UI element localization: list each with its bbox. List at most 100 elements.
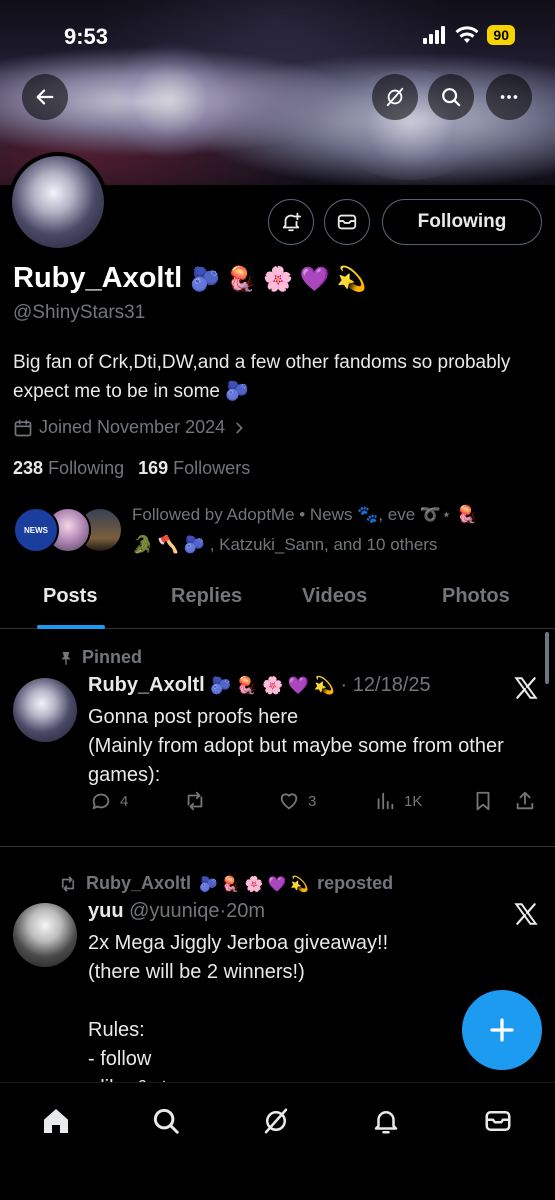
joined-date[interactable]: Joined November 2024: [13, 417, 247, 438]
grok-button[interactable]: [372, 74, 418, 120]
share-action[interactable]: [514, 790, 536, 812]
grok-icon: [264, 1108, 288, 1134]
grok-icon: [386, 87, 404, 107]
followers-stat[interactable]: 169 Followers: [138, 458, 250, 479]
like-action[interactable]: 3: [278, 790, 316, 812]
joined-text: Joined November 2024: [39, 417, 226, 437]
chevron-right-icon: [236, 422, 243, 433]
bookmark-icon: [476, 791, 490, 811]
pin-icon: [61, 651, 71, 665]
wifi-icon: [455, 26, 479, 43]
followed-by-avatars[interactable]: NEWS: [13, 507, 123, 553]
share-icon: [516, 791, 534, 810]
views-action[interactable]: 1K: [374, 790, 422, 812]
more-button[interactable]: [486, 74, 532, 120]
followed-by-line-2: 🐊 🪓 🫐 , Katzuki_Sann, and 10 others: [132, 535, 438, 554]
nav-messages[interactable]: [478, 1101, 518, 1141]
post-body: Gonna post proofs here (Mainly from adop…: [88, 706, 504, 786]
post-header: yuu @yuuniqe·20m: [88, 900, 265, 923]
nav-home[interactable]: [36, 1101, 76, 1141]
nav-search[interactable]: [146, 1101, 186, 1141]
battery-indicator: 90: [487, 25, 515, 45]
follow-stats: 238 Following 169 Followers: [13, 458, 250, 479]
display-name-text: Ruby_Axoltl: [13, 262, 183, 294]
followers-count: 169: [138, 458, 169, 478]
reposter-name[interactable]: Ruby_Axoltl: [86, 873, 191, 894]
pinned-label-row: Pinned: [58, 647, 142, 668]
bell-plus-icon: [282, 212, 302, 232]
search-icon: [442, 88, 461, 107]
following-label: Following: [48, 458, 125, 478]
news-badge: NEWS: [24, 525, 48, 535]
like-count: 3: [308, 792, 317, 810]
post-body: 2x Mega Jiggly Jerboa giveaway!! (there …: [88, 932, 389, 1082]
display-name-emojis: 🫐 🪼 🌸 💜 💫: [190, 266, 367, 293]
nav-grok[interactable]: [256, 1101, 296, 1141]
tab-photos[interactable]: Photos: [442, 585, 510, 608]
reposter-emojis: 🫐 🪼 🌸 💜 💫: [199, 875, 310, 893]
status-icons: 90: [423, 25, 515, 45]
followers-label: Followers: [173, 458, 251, 478]
post-date: · 12/18/25: [340, 674, 431, 696]
pinned-label: Pinned: [82, 647, 143, 667]
followed-by-text[interactable]: Followed by AdoptMe • News 🐾, eve ➰⋆ 🪼 🐊…: [132, 500, 542, 560]
post-author-handle: @yuuniqe: [129, 900, 220, 922]
post-author-avatar[interactable]: [13, 903, 77, 967]
envelope-icon: [337, 214, 357, 230]
display-name: Ruby_Axoltl 🫐 🪼 🌸 💜 💫: [13, 262, 366, 295]
following-count: 238: [13, 458, 44, 478]
calendar-icon: [14, 419, 32, 436]
post-header: Ruby_Axoltl 🫐 🪼 🌸 💜 💫 · 12/18/25: [88, 674, 431, 697]
following-button[interactable]: Following: [382, 199, 542, 245]
post-actions: 4 3 1K: [88, 790, 538, 820]
message-button[interactable]: [324, 199, 370, 245]
views-chart-icon: [377, 792, 394, 810]
repost-label-row: Ruby_Axoltl 🫐 🪼 🌸 💜 💫 reposted: [58, 873, 393, 894]
x-logo-icon: [514, 677, 538, 699]
nav-notifications[interactable]: [366, 1101, 406, 1141]
scrollbar[interactable]: [545, 632, 549, 684]
bookmark-action[interactable]: [472, 790, 494, 812]
repost-icon: [187, 791, 203, 811]
tab-replies[interactable]: Replies: [171, 585, 242, 608]
search-button[interactable]: [428, 74, 474, 120]
post-time: ·20m: [219, 900, 266, 922]
signal-icon: [423, 26, 446, 44]
arrow-left-icon: [36, 89, 54, 105]
notify-button[interactable]: [268, 199, 314, 245]
envelope-icon: [485, 1111, 511, 1131]
heart-icon: [280, 793, 298, 810]
views-count: 1K: [404, 792, 423, 810]
bottom-navigation: [0, 1082, 555, 1200]
reply-count: 4: [120, 792, 129, 810]
tab-posts[interactable]: Posts: [43, 585, 97, 608]
post-author-name[interactable]: Ruby_Axoltl: [88, 674, 205, 696]
status-time: 9:53: [64, 24, 109, 49]
reply-icon: [92, 793, 110, 810]
back-button[interactable]: [22, 74, 68, 120]
home-icon: [44, 1109, 68, 1133]
plus-icon: [490, 1018, 514, 1042]
post-author-emojis: 🫐 🪼 🌸 💜 💫: [210, 676, 335, 695]
profile-tabs: Posts Replies Videos Photos: [0, 573, 555, 629]
tab-videos[interactable]: Videos: [302, 585, 367, 608]
post-divider: [0, 846, 555, 847]
reposted-label: reposted: [317, 873, 394, 893]
compose-post-button[interactable]: [462, 990, 542, 1070]
followed-by-line-1: Followed by AdoptMe • News 🐾, eve ➰⋆ 🪼: [132, 505, 478, 524]
repost-action[interactable]: [184, 790, 214, 812]
following-stat[interactable]: 238 Following: [13, 458, 124, 479]
adoptme-news-avatar: NEWS: [13, 507, 59, 553]
more-dots-icon: [500, 95, 518, 99]
x-logo-icon: [514, 903, 538, 925]
post-author-name[interactable]: yuu: [88, 900, 124, 922]
profile-avatar[interactable]: [8, 152, 108, 252]
reply-action[interactable]: 4: [90, 790, 128, 812]
post-author-avatar[interactable]: [13, 678, 77, 742]
search-icon: [153, 1108, 179, 1134]
repost-icon: [61, 875, 75, 892]
profile-bio: Big fan of Crk,Dti,DW,and a few other fa…: [13, 352, 511, 402]
bell-icon: [374, 1111, 398, 1134]
active-tab-indicator: [37, 625, 105, 629]
profile-handle: @ShinyStars31: [13, 302, 146, 323]
